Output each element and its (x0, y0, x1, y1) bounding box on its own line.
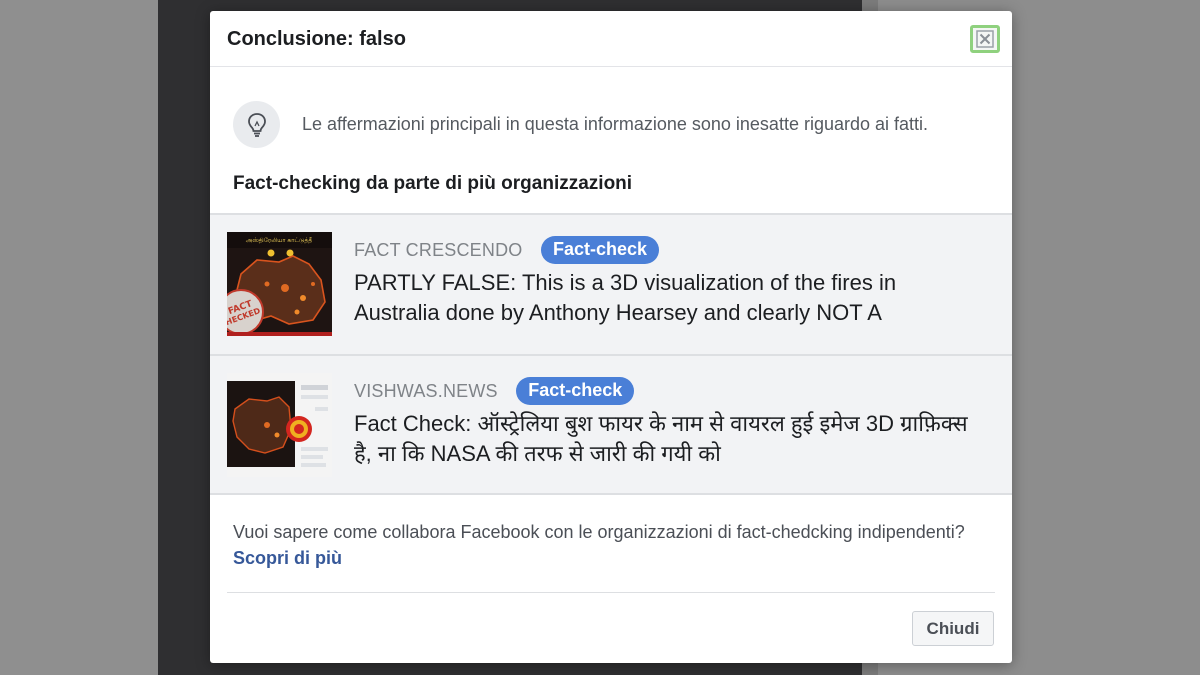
info-text: Le affermazioni principali in questa inf… (302, 114, 929, 134)
publisher-name: VISHWAS.NEWS (354, 380, 498, 401)
fact-check-dialog: Conclusione: falso Le affermazioni princ… (210, 11, 1012, 663)
fact-check-badge: Fact-check (516, 377, 635, 405)
fact-check-thumbnail (227, 373, 332, 477)
learn-more-link[interactable]: Scopri di più (233, 548, 342, 568)
footer-message: Vuoi sapere come collabora Facebook con … (233, 522, 965, 542)
info-row: Le affermazioni principali in questa inf… (233, 101, 993, 149)
close-button[interactable]: Chiudi (912, 611, 994, 646)
background-left (0, 0, 158, 675)
dialog-header: Conclusione: falso (210, 11, 1012, 67)
publisher-name: FACT CRESCENDO (354, 239, 523, 260)
fact-check-item-2[interactable]: VISHWAS.NEWS Fact-check Fact Check: ऑस्ट… (210, 354, 1012, 495)
fact-check-thumbnail: அஸ்திரேலியா காட்டுத்தீ FACT CHECKED (227, 232, 332, 336)
section-heading: Fact-checking da parte di più organizzaz… (233, 173, 633, 194)
close-x-button[interactable] (970, 25, 1000, 53)
lightbulb-icon (233, 101, 280, 148)
fact-check-headline[interactable]: Fact Check: ऑस्ट्रेलिया बुश फायर के नाम … (354, 409, 974, 469)
close-icon (976, 30, 994, 48)
fact-check-meta: VISHWAS.NEWS Fact-check (354, 377, 635, 407)
fact-check-badge: Fact-check (540, 236, 659, 264)
thumbnail-caption: அஸ்திரேலியா காட்டுத்தீ (246, 237, 313, 244)
fact-check-list: அஸ்திரேலியா காட்டுத்தீ FACT CHECKED FACT… (210, 213, 1012, 495)
fact-check-headline[interactable]: PARTLY FALSE: This is a 3D visualization… (354, 268, 974, 328)
fact-check-meta: FACT CRESCENDO Fact-check (354, 236, 659, 266)
fact-check-item-1[interactable]: அஸ்திரேலியா காட்டுத்தீ FACT CHECKED FACT… (210, 213, 1012, 354)
dialog-title: Conclusione: falso (227, 28, 406, 50)
footer-divider (227, 592, 995, 593)
footer-text: Vuoi sapere come collabora Facebook con … (233, 519, 973, 571)
